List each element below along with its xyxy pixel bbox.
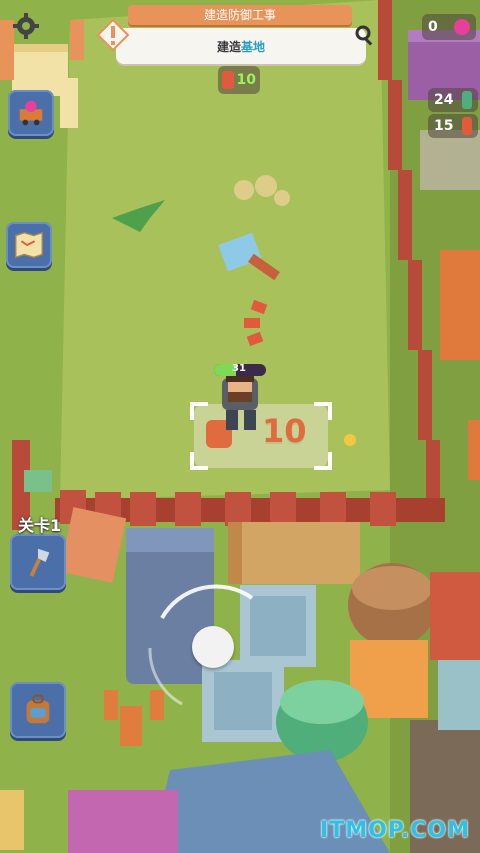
quest-title-banner: 建造防御工事 — [128, 5, 352, 25]
stage-label: 关卡1 — [18, 516, 62, 535]
map-button[interactable] — [6, 222, 52, 268]
game-scene — [0, 0, 480, 853]
map-icon — [15, 231, 43, 259]
meat-icon — [222, 71, 234, 89]
gear-icon[interactable] — [12, 12, 40, 40]
watermark: ITMOP.COM — [320, 818, 470, 843]
axe-icon — [29, 548, 50, 577]
build-cost-indicator: 10 — [218, 66, 260, 94]
wood-count: 24 — [434, 92, 454, 108]
gem-counter: 0 — [422, 14, 476, 40]
axe-button[interactable] — [10, 534, 66, 590]
joystick-knob[interactable] — [192, 626, 234, 668]
mine-cart-icon — [19, 100, 43, 126]
alert-icon[interactable] — [96, 18, 130, 52]
quest-task-card[interactable]: 建造 基地 — [116, 28, 366, 64]
build-cost-value: 10 — [236, 72, 256, 88]
quest-task-target: 基地 — [241, 39, 266, 54]
bottle-red-icon — [462, 117, 472, 135]
meat-count: 15 — [434, 118, 454, 134]
mine-cart-button[interactable] — [8, 90, 54, 136]
wood-counter: 24 — [428, 88, 478, 112]
gem-icon — [454, 19, 470, 35]
player-level-bar: 31 — [214, 364, 266, 376]
quest-title: 建造防御工事 — [203, 8, 276, 22]
gem-count: 0 — [428, 19, 438, 35]
quest-task-prefix: 建造 — [216, 39, 241, 54]
virtual-joystick[interactable] — [142, 578, 282, 718]
search-icon[interactable] — [354, 24, 376, 46]
build-spot — [190, 402, 332, 470]
meat-counter: 15 — [428, 114, 478, 138]
bottle-green-icon — [462, 91, 472, 109]
build-spot-cost: 10 — [262, 412, 307, 450]
backpack-icon — [26, 694, 50, 724]
backpack-button[interactable] — [10, 682, 66, 738]
player-level: 31 — [232, 364, 246, 374]
